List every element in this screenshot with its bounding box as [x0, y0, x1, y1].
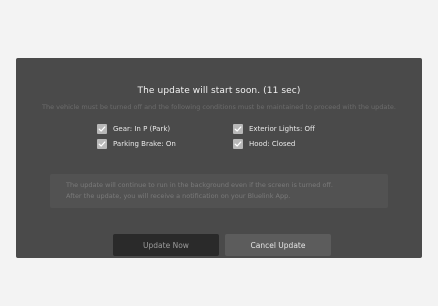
condition-parking-brake-label: Parking Brake: On [113, 140, 176, 148]
checkmark-icon [233, 124, 243, 134]
condition-gear-label: Gear: In P (Park) [113, 125, 171, 133]
condition-hood: Hood: Closed [233, 138, 295, 150]
condition-parking-brake: Parking Brake: On [97, 138, 176, 150]
checkmark-icon [97, 124, 107, 134]
condition-gear: Gear: In P (Park) [97, 123, 170, 135]
condition-exterior-lights-label: Exterior Lights: Off [249, 125, 315, 133]
update-now-button[interactable]: Update Now [113, 234, 219, 256]
condition-exterior-lights: Exterior Lights: Off [233, 123, 315, 135]
dialog-subtitle: The vehicle must be turned off and the f… [42, 103, 396, 111]
dialog-title: The update will start soon. (11 sec) [137, 86, 301, 96]
condition-hood-label: Hood: Closed [249, 140, 296, 148]
cancel-update-button[interactable]: Cancel Update [225, 234, 331, 256]
notice-line-2: After the update, you will receive a not… [66, 192, 291, 200]
background-update-notice: The update will continue to run in the b… [50, 174, 388, 208]
update-dialog: The update will start soon. (11 sec) The… [16, 58, 422, 258]
checkmark-icon [233, 139, 243, 149]
checkmark-icon [97, 139, 107, 149]
notice-line-1: The update will continue to run in the b… [66, 181, 333, 189]
